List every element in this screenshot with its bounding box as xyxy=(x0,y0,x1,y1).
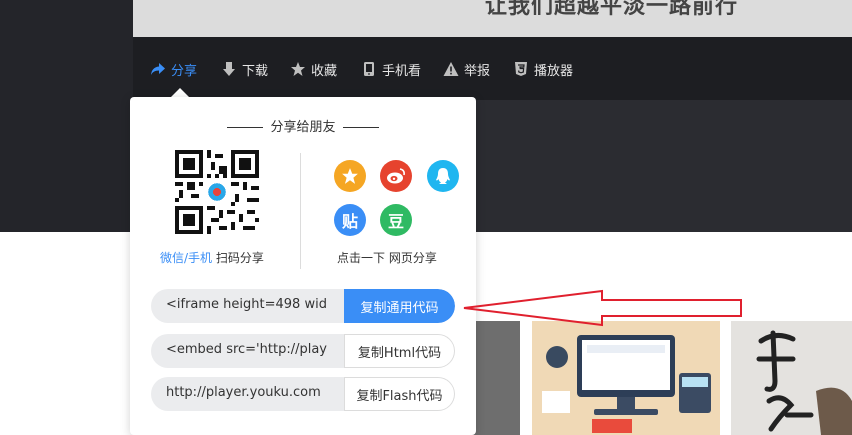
iframe-code-field[interactable]: <iframe height=498 wid xyxy=(166,297,344,312)
player-label: 播放器 xyxy=(534,63,574,79)
copy-html-code-button[interactable]: 复制Html代码 xyxy=(344,334,455,368)
share-button[interactable]: 分享 xyxy=(150,59,197,79)
title-line-right xyxy=(342,127,379,128)
qr-code-icon xyxy=(175,150,259,234)
report-label: 举报 xyxy=(464,63,491,79)
share-icon xyxy=(150,61,166,77)
douban-icon[interactable]: 豆 xyxy=(380,204,412,236)
download-label: 下载 xyxy=(242,63,269,79)
flash-code-row: http://player.youku.com 复制Flash代码 xyxy=(151,377,455,411)
report-button[interactable]: 举报 xyxy=(443,59,490,79)
player-button[interactable]: 播放器 xyxy=(513,59,573,79)
star-icon xyxy=(290,61,306,77)
copy-flash-code-button[interactable]: 复制Flash代码 xyxy=(344,377,455,411)
share-popup: 分享给朋友 微信/手机 扫码分享 贴 豆 点击一下 网页分享 <iframe h… xyxy=(130,97,476,435)
qr-code xyxy=(175,150,259,234)
thumbnail-image[interactable] xyxy=(731,321,852,435)
html-code-field[interactable]: <embed src='http://play xyxy=(166,342,344,357)
calligraphy-illustration xyxy=(731,321,852,435)
annotation-arrow-icon xyxy=(463,289,742,327)
download-button[interactable]: 下载 xyxy=(221,59,268,79)
mobile-icon xyxy=(361,61,377,77)
html5-icon xyxy=(513,61,529,77)
left-dark-panel xyxy=(0,0,133,232)
wechat-mobile-link[interactable]: 微信/手机 xyxy=(160,251,212,265)
web-share-caption: 点击一下 网页分享 xyxy=(337,251,437,265)
download-icon xyxy=(221,61,237,77)
workspace-illustration xyxy=(532,321,720,435)
favorite-button[interactable]: 收藏 xyxy=(290,59,337,79)
tieba-icon[interactable]: 贴 xyxy=(334,204,366,236)
share-label: 分享 xyxy=(171,63,198,79)
copy-universal-code-button[interactable]: 复制通用代码 xyxy=(344,289,455,323)
thumbnail-image[interactable] xyxy=(532,321,720,435)
share-popup-title: 分享给朋友 xyxy=(130,116,476,135)
favorite-label: 收藏 xyxy=(311,63,338,79)
warning-icon xyxy=(443,61,459,77)
title-line-left xyxy=(227,127,264,128)
video-toolbar: 分享 下载 收藏 手机看 举报 播放器 xyxy=(133,37,852,100)
popup-caret xyxy=(171,88,189,97)
flash-code-field[interactable]: http://player.youku.com xyxy=(166,385,344,400)
qr-caption: 微信/手机 扫码分享 xyxy=(160,249,264,266)
video-frame[interactable]: 让我们超越平淡一路前行 xyxy=(133,0,852,37)
qr-caption-text: 扫码分享 xyxy=(212,251,264,265)
mobile-watch-button[interactable]: 手机看 xyxy=(361,59,421,79)
video-overlay-text: 让我们超越平淡一路前行 xyxy=(485,0,739,19)
qzone-icon[interactable] xyxy=(334,160,366,192)
weibo-icon[interactable] xyxy=(380,160,412,192)
iframe-code-row: <iframe height=498 wid 复制通用代码 xyxy=(151,289,455,323)
mobile-watch-label: 手机看 xyxy=(382,63,422,79)
html-code-row: <embed src='http://play 复制Html代码 xyxy=(151,334,455,368)
qq-icon[interactable] xyxy=(427,160,459,192)
divider xyxy=(300,153,301,269)
